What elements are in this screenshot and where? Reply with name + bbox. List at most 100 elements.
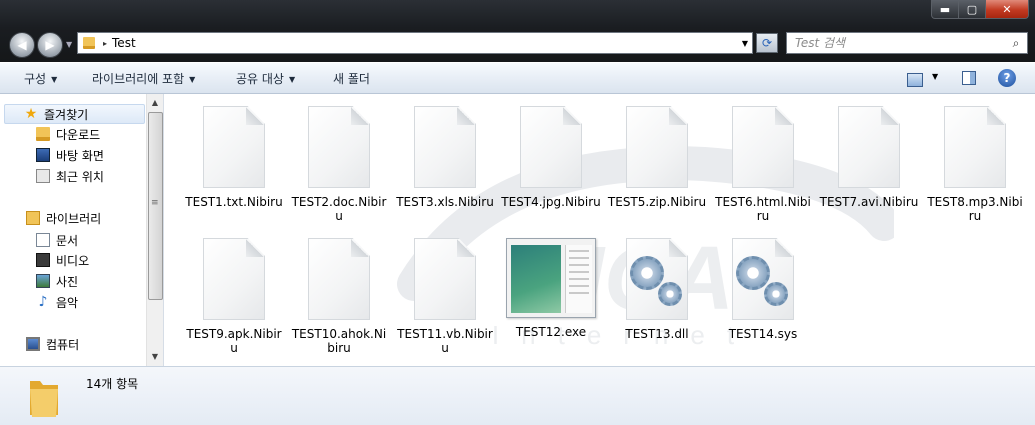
file-item[interactable]: TEST13.dll: [607, 238, 707, 341]
blank-file-icon: [308, 238, 370, 320]
recent-pages-dropdown[interactable]: ▼: [66, 40, 72, 49]
refresh-icon: ⟳: [761, 36, 773, 50]
item-count: 14개 항목: [86, 377, 139, 391]
nav-downloads[interactable]: 다운로드: [36, 125, 100, 143]
chevron-down-icon: ▼: [288, 75, 296, 84]
file-name: TEST12.exe: [515, 325, 587, 339]
file-name: TEST4.jpg.Nibiru: [501, 195, 601, 209]
command-bar: 구성 ▼ 라이브러리에 포함 ▼ 공유 대상 ▼ 새 폴더 ▼ ?: [0, 62, 1035, 94]
file-name: TEST13.dll: [625, 327, 689, 341]
nav-music[interactable]: ♪ 음악: [36, 293, 79, 311]
change-view-icon[interactable]: [907, 73, 923, 87]
file-name: TEST10.ahok.Nibiru: [291, 327, 387, 355]
nav-scrollbar[interactable]: ▲ ≡ ▼: [146, 94, 163, 366]
maximize-button[interactable]: ▢: [959, 0, 986, 19]
file-name: TEST2.doc.Nibiru: [291, 195, 387, 223]
chevron-down-icon: ▼: [189, 75, 196, 84]
details-pane: 14개 항목: [0, 366, 1035, 425]
window-controls: ▬ ▢ ✕: [931, 0, 1029, 19]
organize-menu[interactable]: 구성 ▼: [24, 70, 57, 87]
search-icon[interactable]: ⌕: [1005, 36, 1027, 51]
file-item[interactable]: TEST11.vb.Nibiru: [395, 238, 495, 355]
help-button[interactable]: ?: [998, 69, 1016, 87]
address-dropdown-icon[interactable]: ▼: [742, 39, 748, 48]
folder-icon: [30, 381, 58, 417]
file-item[interactable]: TEST12.exe: [501, 238, 601, 339]
gear-file-icon: [626, 238, 688, 320]
window-titlebar: ▬ ▢ ✕ ◀ ▶ ▼ ▸ Test ▼ ⟳ ⌕: [0, 0, 1035, 62]
search-input[interactable]: [787, 35, 1005, 51]
music-note-icon: ♪: [38, 294, 48, 310]
nav-computer[interactable]: 컴퓨터: [26, 335, 79, 353]
blank-file-icon: [203, 106, 265, 188]
file-list-view[interactable]: INCA Internet TEST1.txt.Nibiru TEST2.doc.…: [164, 94, 1035, 366]
library-icon: [26, 211, 40, 225]
view-options-dropdown[interactable]: ▼: [932, 72, 938, 81]
preview-pane-icon[interactable]: [962, 71, 976, 85]
blank-file-icon: [944, 106, 1006, 188]
file-item[interactable]: TEST1.txt.Nibiru: [184, 106, 284, 209]
scroll-up-arrow-icon[interactable]: ▲: [147, 96, 163, 110]
blank-file-icon: [414, 238, 476, 320]
file-name: TEST1.txt.Nibiru: [185, 195, 283, 209]
blank-file-icon: [308, 106, 370, 188]
scroll-down-arrow-icon[interactable]: ▼: [147, 350, 163, 364]
nav-pictures[interactable]: 사진: [36, 272, 78, 290]
downloads-folder-icon: [36, 127, 50, 141]
file-name: TEST3.xls.Nibiru: [396, 195, 494, 209]
address-bar[interactable]: ▸ Test ▼: [77, 32, 753, 54]
picture-icon: [36, 274, 50, 288]
blank-file-icon: [732, 106, 794, 188]
folder-icon: [83, 37, 95, 49]
nav-documents[interactable]: 문서: [36, 231, 78, 249]
blank-file-icon: [203, 238, 265, 320]
nav-libraries[interactable]: 라이브러리: [26, 209, 101, 227]
file-name: TEST6.html.Nibiru: [715, 195, 811, 223]
minimize-button[interactable]: ▬: [931, 0, 959, 19]
nav-desktop[interactable]: 바탕 화면: [36, 146, 104, 164]
file-name: TEST9.apk.Nibiru: [186, 327, 282, 355]
file-item[interactable]: TEST6.html.Nibiru: [713, 106, 813, 223]
close-button[interactable]: ✕: [986, 0, 1029, 19]
star-icon: ★: [24, 106, 38, 122]
file-item[interactable]: TEST3.xls.Nibiru: [395, 106, 495, 209]
arrow-right-icon: ▶: [45, 38, 55, 52]
blank-file-icon: [838, 106, 900, 188]
breadcrumb-separator[interactable]: ▸: [103, 39, 107, 48]
file-item[interactable]: TEST2.doc.Nibiru: [289, 106, 389, 223]
refresh-button[interactable]: ⟳: [756, 33, 778, 53]
share-with-menu[interactable]: 공유 대상 ▼: [236, 70, 295, 87]
chevron-down-icon: ▼: [51, 75, 58, 84]
file-item[interactable]: TEST8.mp3.Nibiru: [925, 106, 1025, 223]
file-item[interactable]: TEST10.ahok.Nibiru: [289, 238, 389, 355]
file-name: TEST8.mp3.Nibiru: [927, 195, 1023, 223]
recent-places-icon: [36, 169, 50, 183]
blank-file-icon: [626, 106, 688, 188]
document-icon: [36, 233, 50, 247]
file-name: TEST11.vb.Nibiru: [397, 327, 493, 355]
video-icon: [36, 253, 50, 267]
blank-file-icon: [520, 106, 582, 188]
arrow-left-icon: ◀: [17, 38, 27, 52]
scroll-grip-icon: ≡: [151, 198, 159, 208]
file-item[interactable]: TEST9.apk.Nibiru: [184, 238, 284, 355]
forward-button[interactable]: ▶: [37, 32, 63, 58]
file-name: TEST7.avi.Nibiru: [819, 195, 919, 209]
nav-recent-places[interactable]: 최근 위치: [36, 167, 104, 185]
computer-icon: [26, 337, 40, 351]
blank-file-icon: [414, 106, 476, 188]
exe-thumbnail-icon: [506, 238, 596, 318]
file-item[interactable]: TEST5.zip.Nibiru: [607, 106, 707, 209]
nav-videos[interactable]: 비디오: [36, 251, 89, 269]
desktop-icon: [36, 148, 50, 162]
navigation-pane: ★ 즐겨찾기 다운로드 바탕 화면 최근 위치 라이브러리 문서 비디오 사진 ♪…: [0, 94, 164, 366]
file-item[interactable]: TEST14.sys: [713, 238, 813, 341]
include-in-library-menu[interactable]: 라이브러리에 포함 ▼: [92, 70, 195, 87]
file-item[interactable]: TEST7.avi.Nibiru: [819, 106, 919, 209]
nav-favorites[interactable]: ★ 즐겨찾기: [24, 105, 88, 123]
breadcrumb-test[interactable]: Test: [112, 36, 136, 50]
file-item[interactable]: TEST4.jpg.Nibiru: [501, 106, 601, 209]
new-folder-button[interactable]: 새 폴더: [333, 70, 370, 87]
back-button[interactable]: ◀: [9, 32, 35, 58]
search-box[interactable]: ⌕: [786, 32, 1028, 54]
